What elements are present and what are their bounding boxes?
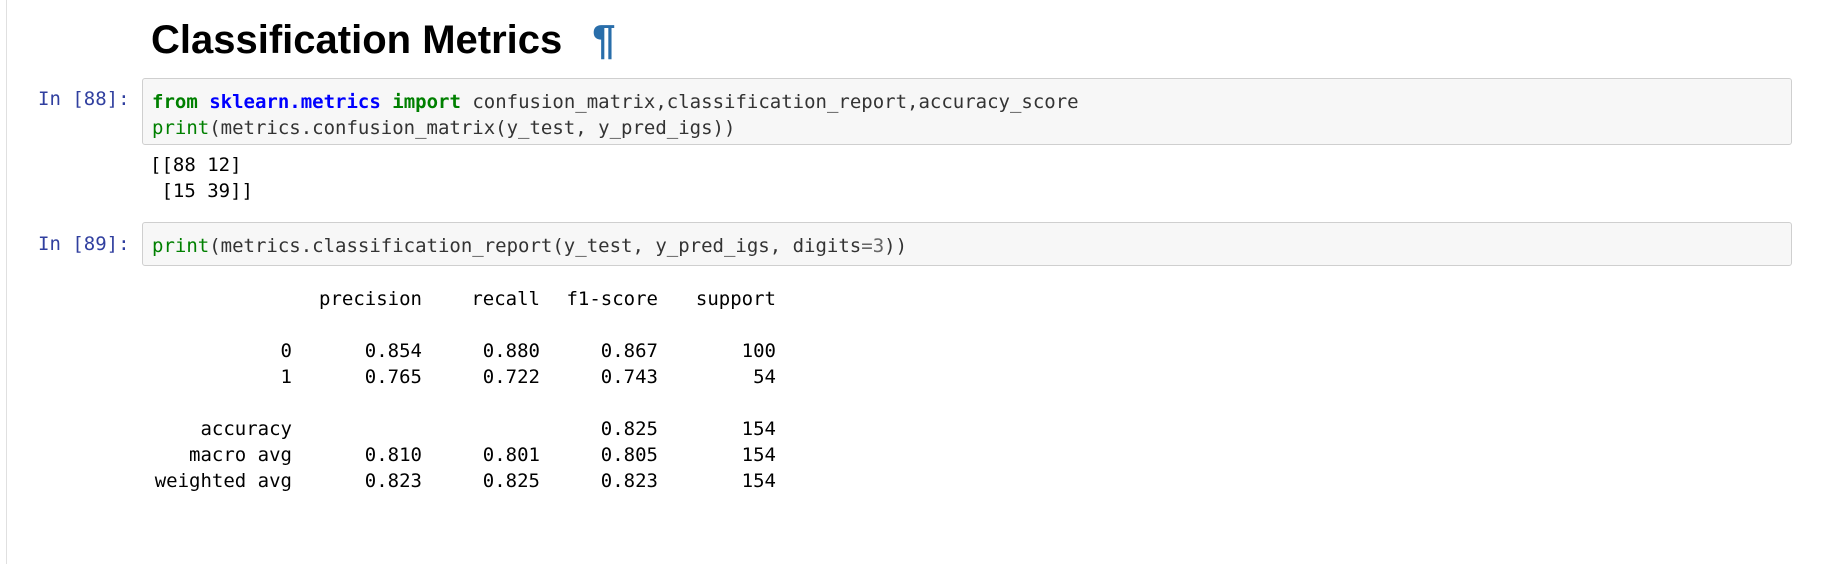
cell-output-88: [[88 12] [15 39]] (150, 152, 253, 204)
output-line: [[88 12] (150, 154, 242, 176)
code-token: (metrics.classification_report(y_test, y… (209, 235, 862, 257)
report-cell: f1-score (566, 288, 658, 310)
anchor-link-icon[interactable]: ¶ (592, 16, 615, 64)
report-cell: 0.854 (364, 340, 422, 362)
report-cell: 0.825 (600, 418, 658, 440)
report-row (150, 312, 790, 338)
code-line: from sklearn.metrics import confusion_ma… (152, 89, 1791, 115)
report-cell: 0.823 (364, 470, 422, 492)
code-token: = (861, 235, 873, 257)
report-row: 0 0.854 0.880 0.867 100 (150, 338, 790, 364)
report-cell: 0.880 (482, 340, 540, 362)
report-cell: 1 (280, 366, 292, 388)
report-cell: weighted avg (154, 470, 292, 492)
code-token: print (152, 117, 210, 139)
report-cell: recall (471, 288, 540, 310)
report-cell: 100 (741, 340, 776, 362)
cell-prompt-89: In [89]: (38, 233, 130, 255)
report-row: accuracy 0.825 154 (150, 416, 790, 442)
report-cell: accuracy (200, 418, 292, 440)
code-token: from (152, 91, 198, 113)
section-heading: Classification Metrics ¶ (151, 12, 616, 68)
report-cell: 0.801 (482, 444, 540, 466)
code-token: import (392, 91, 461, 113)
code-line: print(metrics.classification_report(y_te… (152, 233, 1791, 259)
output-line: [15 39]] (150, 180, 253, 202)
report-cell: precision (319, 288, 422, 310)
classification-report-output: precision recall f1-score support 0 0.854 0.88… (150, 286, 790, 494)
report-cell: 0.825 (482, 470, 540, 492)
report-row: 1 0.765 0.722 0.743 54 (150, 364, 790, 390)
code-token: )) (884, 235, 908, 257)
code-token: sklearn.metrics (209, 91, 381, 113)
report-cell: 0.867 (600, 340, 658, 362)
report-cell: 0.805 (600, 444, 658, 466)
heading-title: Classification Metrics (151, 17, 563, 62)
report-cell: 154 (741, 418, 776, 440)
report-cell: 0.743 (600, 366, 658, 388)
code-token: print (152, 235, 210, 257)
report-cell: 0.810 (364, 444, 422, 466)
report-row: weighted avg 0.823 0.825 0.823 154 (150, 468, 790, 494)
code-line: print(metrics.confusion_matrix(y_test, y… (152, 115, 1791, 141)
report-cell: 154 (741, 444, 776, 466)
report-header-row: precision recall f1-score support (150, 286, 790, 312)
report-cell: 0.823 (600, 470, 658, 492)
report-cell: macro avg (189, 444, 292, 466)
code-token: confusion_matrix,classification_report,a… (460, 91, 1079, 113)
code-token: (metrics.confusion_matrix(y_test, y_pred… (209, 117, 736, 139)
notebook-left-border (6, 0, 7, 564)
report-row (150, 390, 790, 416)
code-cell-88[interactable]: from sklearn.metrics import confusion_ma… (142, 78, 1792, 145)
cell-prompt-88: In [88]: (38, 88, 130, 110)
code-token: 3 (872, 235, 885, 257)
report-row: macro avg 0.810 0.801 0.805 154 (150, 442, 790, 468)
report-cell: 0.722 (482, 366, 540, 388)
code-cell-89[interactable]: print(metrics.classification_report(y_te… (142, 222, 1792, 266)
report-cell: support (695, 288, 776, 310)
report-cell: 0.765 (364, 366, 422, 388)
report-cell: 0 (280, 340, 292, 362)
report-cell: 154 (741, 470, 776, 492)
report-cell: 54 (753, 366, 776, 388)
